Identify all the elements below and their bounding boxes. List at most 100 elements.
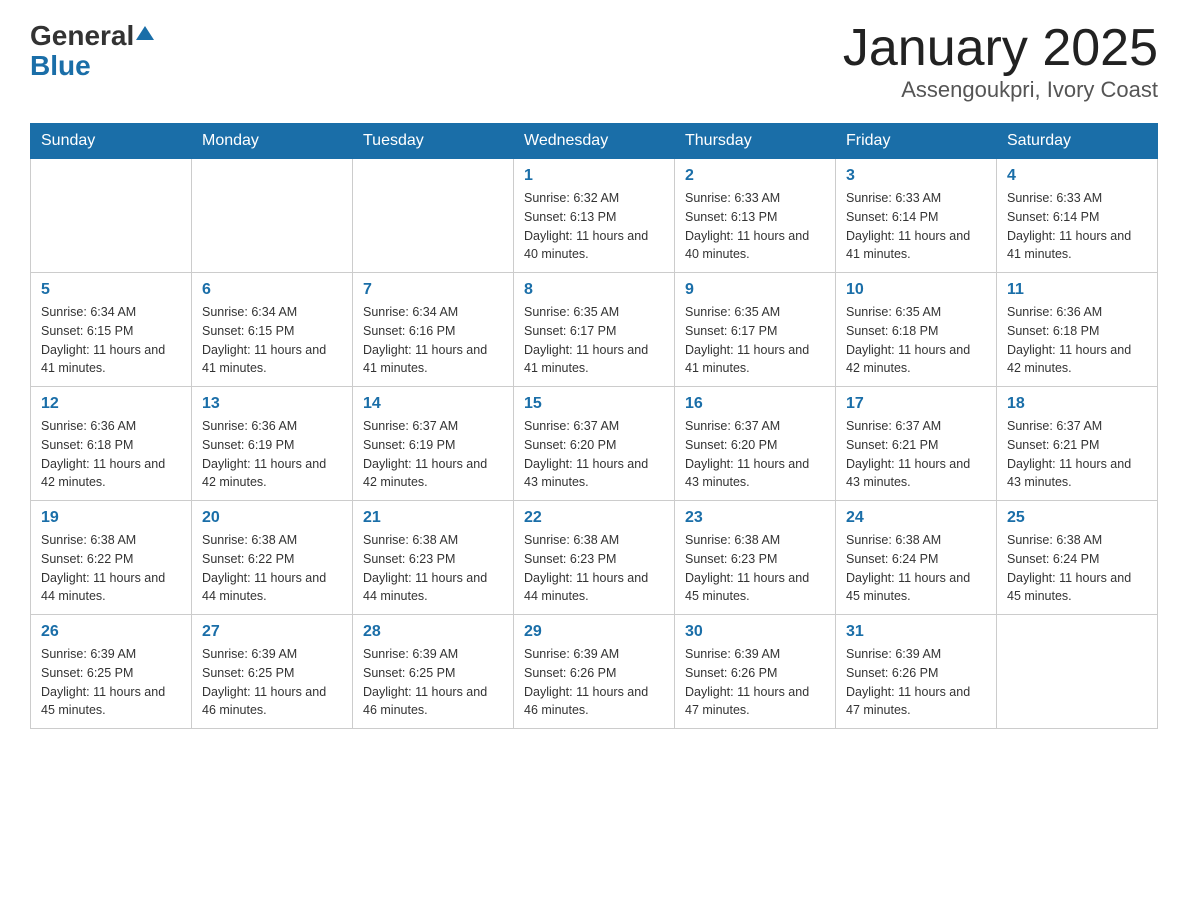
day-info: Sunrise: 6:35 AM Sunset: 6:17 PM Dayligh… [524, 303, 664, 378]
calendar-week-row: 5 Sunrise: 6:34 AM Sunset: 6:15 PM Daylig… [31, 273, 1158, 387]
logo-general-text: General [30, 20, 134, 52]
calendar-week-row: 26 Sunrise: 6:39 AM Sunset: 6:25 PM Dayli… [31, 615, 1158, 729]
calendar-week-row: 12Sunrise: 6:36 AM Sunset: 6:18 PM Dayli… [31, 387, 1158, 501]
calendar-cell: 10 Sunrise: 6:35 AM Sunset: 6:18 PM Dayli… [836, 273, 997, 387]
day-info: Sunrise: 6:34 AM Sunset: 6:15 PM Dayligh… [41, 303, 181, 378]
day-number: 11 [1007, 281, 1147, 299]
calendar-cell: 19 Sunrise: 6:38 AM Sunset: 6:22 PM Dayli… [31, 501, 192, 615]
calendar-day-header: Monday [192, 124, 353, 159]
calendar-cell [997, 615, 1158, 729]
day-info: Sunrise: 6:35 AM Sunset: 6:18 PM Dayligh… [846, 303, 986, 378]
day-info: Sunrise: 6:39 AM Sunset: 6:26 PM Dayligh… [846, 645, 986, 720]
calendar-day-header: Wednesday [514, 124, 675, 159]
day-info: Sunrise: 6:37 AM Sunset: 6:21 PM Dayligh… [1007, 417, 1147, 492]
day-number: 26 [41, 623, 181, 641]
day-info: Sunrise: 6:33 AM Sunset: 6:13 PM Dayligh… [685, 189, 825, 264]
calendar-cell: 5 Sunrise: 6:34 AM Sunset: 6:15 PM Daylig… [31, 273, 192, 387]
calendar-cell: 6 Sunrise: 6:34 AM Sunset: 6:15 PM Daylig… [192, 273, 353, 387]
day-number: 17 [846, 395, 986, 413]
calendar-cell: 8 Sunrise: 6:35 AM Sunset: 6:17 PM Daylig… [514, 273, 675, 387]
calendar-cell: 3 Sunrise: 6:33 AM Sunset: 6:14 PM Daylig… [836, 159, 997, 273]
logo-blue-text: Blue [30, 52, 91, 80]
calendar-cell [353, 159, 514, 273]
title-block: January 2025 Assengoukpri, Ivory Coast [843, 20, 1158, 103]
day-number: 15 [524, 395, 664, 413]
calendar-week-row: 19 Sunrise: 6:38 AM Sunset: 6:22 PM Dayli… [31, 501, 1158, 615]
calendar-day-header: Friday [836, 124, 997, 159]
calendar-cell: 14 Sunrise: 6:37 AM Sunset: 6:19 PM Dayli… [353, 387, 514, 501]
day-number: 1 [524, 167, 664, 185]
day-number: 2 [685, 167, 825, 185]
day-info: Sunrise: 6:38 AM Sunset: 6:22 PM Dayligh… [202, 531, 342, 606]
calendar-day-header: Sunday [31, 124, 192, 159]
calendar-cell: 15 Sunrise: 6:37 AM Sunset: 6:20 PM Dayli… [514, 387, 675, 501]
day-number: 18 [1007, 395, 1147, 413]
calendar-week-row: 1 Sunrise: 6:32 AM Sunset: 6:13 PM Daylig… [31, 159, 1158, 273]
day-number: 8 [524, 281, 664, 299]
day-info: Sunrise: 6:34 AM Sunset: 6:15 PM Dayligh… [202, 303, 342, 378]
page-header: General Blue January 2025 Assengoukpri, … [30, 20, 1158, 103]
day-number: 4 [1007, 167, 1147, 185]
calendar-day-header: Thursday [675, 124, 836, 159]
day-info: Sunrise: 6:37 AM Sunset: 6:20 PM Dayligh… [524, 417, 664, 492]
day-info: Sunrise: 6:33 AM Sunset: 6:14 PM Dayligh… [1007, 189, 1147, 264]
calendar-cell: 28Sunrise: 6:39 AM Sunset: 6:25 PM Dayli… [353, 615, 514, 729]
day-info: Sunrise: 6:35 AM Sunset: 6:17 PM Dayligh… [685, 303, 825, 378]
calendar-cell: 27Sunrise: 6:39 AM Sunset: 6:25 PM Dayli… [192, 615, 353, 729]
calendar-cell: 29 Sunrise: 6:39 AM Sunset: 6:26 PM Dayli… [514, 615, 675, 729]
day-number: 14 [363, 395, 503, 413]
calendar-cell: 31 Sunrise: 6:39 AM Sunset: 6:26 PM Dayli… [836, 615, 997, 729]
day-number: 3 [846, 167, 986, 185]
day-number: 20 [202, 509, 342, 527]
calendar-cell: 1 Sunrise: 6:32 AM Sunset: 6:13 PM Daylig… [514, 159, 675, 273]
day-info: Sunrise: 6:36 AM Sunset: 6:19 PM Dayligh… [202, 417, 342, 492]
day-info: Sunrise: 6:32 AM Sunset: 6:13 PM Dayligh… [524, 189, 664, 264]
calendar-table: SundayMondayTuesdayWednesdayThursdayFrid… [30, 123, 1158, 729]
calendar-cell [192, 159, 353, 273]
day-number: 7 [363, 281, 503, 299]
day-info: Sunrise: 6:38 AM Sunset: 6:23 PM Dayligh… [685, 531, 825, 606]
day-info: Sunrise: 6:37 AM Sunset: 6:19 PM Dayligh… [363, 417, 503, 492]
day-number: 16 [685, 395, 825, 413]
calendar-cell [31, 159, 192, 273]
day-number: 28 [363, 623, 503, 641]
day-number: 6 [202, 281, 342, 299]
calendar-cell: 7 Sunrise: 6:34 AM Sunset: 6:16 PM Daylig… [353, 273, 514, 387]
day-number: 21 [363, 509, 503, 527]
day-info: Sunrise: 6:38 AM Sunset: 6:23 PM Dayligh… [363, 531, 503, 606]
calendar-cell: 22Sunrise: 6:38 AM Sunset: 6:23 PM Dayli… [514, 501, 675, 615]
calendar-cell: 4 Sunrise: 6:33 AM Sunset: 6:14 PM Daylig… [997, 159, 1158, 273]
calendar-header-row: SundayMondayTuesdayWednesdayThursdayFrid… [31, 124, 1158, 159]
calendar-cell: 21 Sunrise: 6:38 AM Sunset: 6:23 PM Dayli… [353, 501, 514, 615]
calendar-day-header: Tuesday [353, 124, 514, 159]
day-info: Sunrise: 6:38 AM Sunset: 6:24 PM Dayligh… [1007, 531, 1147, 606]
day-info: Sunrise: 6:37 AM Sunset: 6:20 PM Dayligh… [685, 417, 825, 492]
day-number: 5 [41, 281, 181, 299]
day-info: Sunrise: 6:33 AM Sunset: 6:14 PM Dayligh… [846, 189, 986, 264]
calendar-cell: 25Sunrise: 6:38 AM Sunset: 6:24 PM Dayli… [997, 501, 1158, 615]
calendar-cell: 18 Sunrise: 6:37 AM Sunset: 6:21 PM Dayli… [997, 387, 1158, 501]
day-info: Sunrise: 6:38 AM Sunset: 6:22 PM Dayligh… [41, 531, 181, 606]
day-number: 10 [846, 281, 986, 299]
day-info: Sunrise: 6:39 AM Sunset: 6:25 PM Dayligh… [41, 645, 181, 720]
day-number: 22 [524, 509, 664, 527]
day-info: Sunrise: 6:39 AM Sunset: 6:26 PM Dayligh… [685, 645, 825, 720]
day-info: Sunrise: 6:34 AM Sunset: 6:16 PM Dayligh… [363, 303, 503, 378]
calendar-location: Assengoukpri, Ivory Coast [843, 77, 1158, 103]
calendar-cell: 24Sunrise: 6:38 AM Sunset: 6:24 PM Dayli… [836, 501, 997, 615]
day-number: 19 [41, 509, 181, 527]
calendar-cell: 20 Sunrise: 6:38 AM Sunset: 6:22 PM Dayli… [192, 501, 353, 615]
day-info: Sunrise: 6:36 AM Sunset: 6:18 PM Dayligh… [41, 417, 181, 492]
logo: General Blue [30, 20, 154, 80]
day-number: 24 [846, 509, 986, 527]
day-number: 29 [524, 623, 664, 641]
day-number: 31 [846, 623, 986, 641]
logo-triangle-icon [136, 24, 154, 42]
day-number: 9 [685, 281, 825, 299]
calendar-cell: 12Sunrise: 6:36 AM Sunset: 6:18 PM Dayli… [31, 387, 192, 501]
calendar-cell: 2 Sunrise: 6:33 AM Sunset: 6:13 PM Daylig… [675, 159, 836, 273]
day-info: Sunrise: 6:39 AM Sunset: 6:26 PM Dayligh… [524, 645, 664, 720]
calendar-cell: 17Sunrise: 6:37 AM Sunset: 6:21 PM Dayli… [836, 387, 997, 501]
calendar-cell: 16 Sunrise: 6:37 AM Sunset: 6:20 PM Dayli… [675, 387, 836, 501]
day-number: 27 [202, 623, 342, 641]
